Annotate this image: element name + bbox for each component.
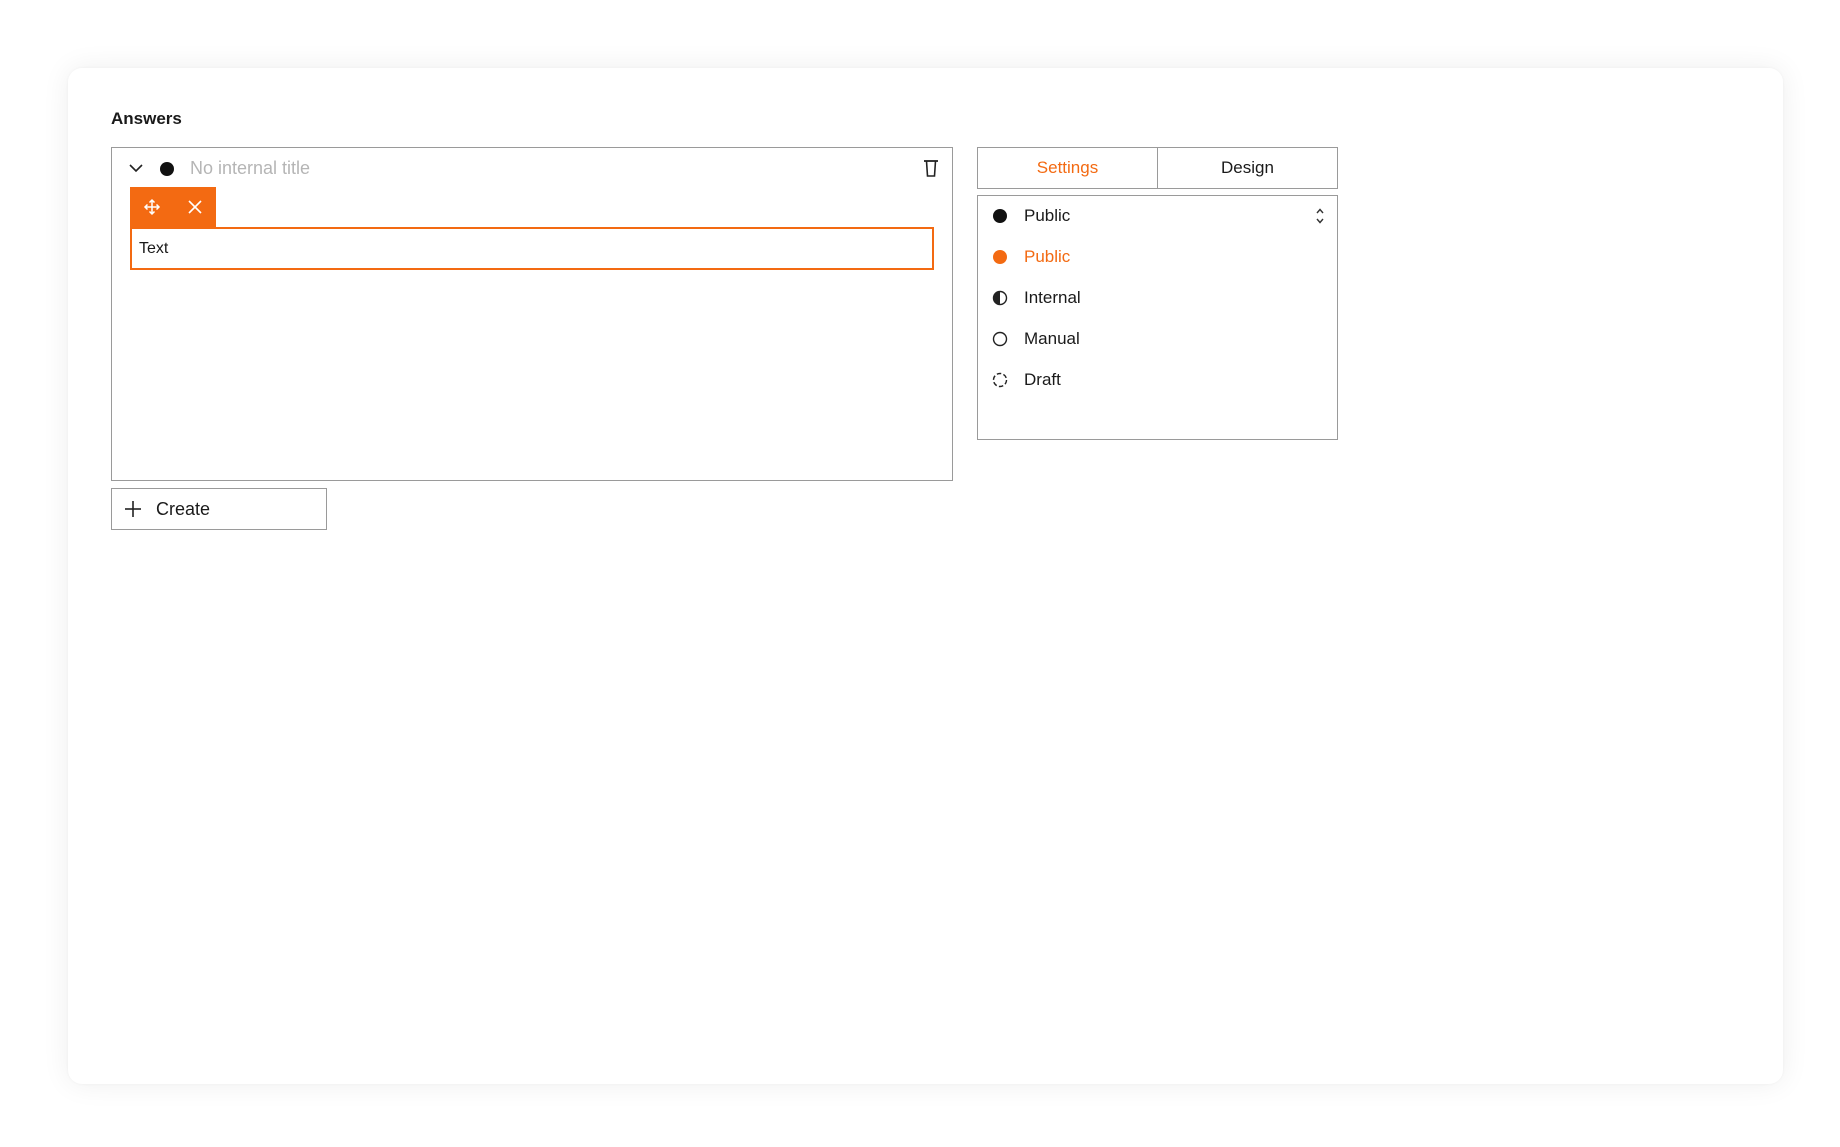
status-option-internal[interactable]: Internal (978, 278, 1337, 318)
section-title: Answers (111, 109, 182, 128)
tab-settings[interactable]: Settings (977, 147, 1158, 189)
trash-icon[interactable] (922, 158, 940, 178)
internal-title-placeholder[interactable]: No internal title (190, 158, 310, 179)
status-option-label: Public (1024, 247, 1071, 266)
create-button-label: Create (156, 498, 211, 519)
settings-tabs: Settings Design (977, 147, 1338, 189)
move-button[interactable] (130, 187, 173, 227)
status-option-draft[interactable]: Draft (978, 360, 1337, 400)
tab-design[interactable]: Design (1158, 147, 1338, 189)
status-option-label: Manual (1024, 329, 1080, 348)
create-button[interactable]: Create (111, 488, 327, 530)
sort-arrows-icon (1316, 208, 1324, 224)
close-icon (187, 200, 202, 214)
answer-item: No internal title Text (111, 147, 953, 481)
status-option-label: Draft (1024, 370, 1061, 389)
empty-circle-icon (992, 331, 1008, 347)
answer-header: No internal title (112, 148, 952, 188)
dashed-circle-icon (992, 372, 1008, 388)
status-select[interactable]: Public Public Internal Manual Draft (977, 195, 1338, 440)
status-select-current[interactable]: Public (978, 196, 1337, 236)
status-option-public[interactable]: Public (978, 237, 1337, 277)
filled-circle-icon (993, 209, 1007, 223)
status-current-label: Public (1024, 206, 1071, 225)
status-dot-icon (160, 162, 174, 176)
chevron-down-icon[interactable] (127, 161, 145, 175)
filled-circle-icon (993, 250, 1007, 264)
move-icon (143, 198, 160, 216)
status-option-label: Internal (1024, 288, 1081, 307)
text-block[interactable]: Text (130, 227, 934, 270)
status-option-manual[interactable]: Manual (978, 319, 1337, 359)
block-toolbar (130, 187, 216, 227)
remove-block-button[interactable] (173, 187, 216, 227)
plus-icon (125, 501, 141, 517)
half-circle-icon (992, 290, 1008, 306)
